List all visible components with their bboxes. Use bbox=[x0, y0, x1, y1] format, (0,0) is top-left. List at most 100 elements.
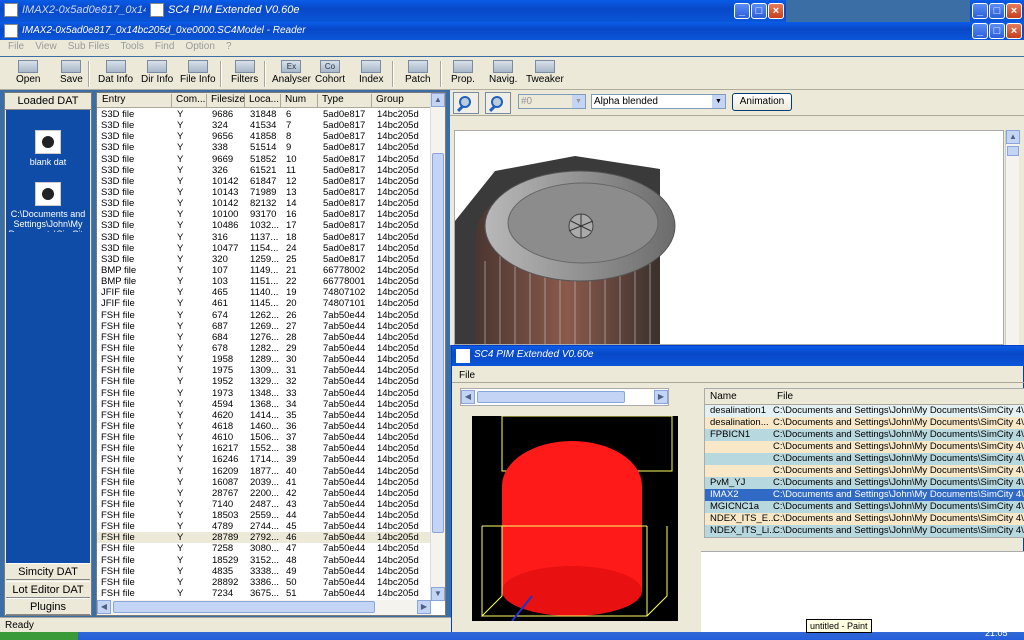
pim-menu-file[interactable]: File bbox=[459, 370, 475, 381]
table-row[interactable]: FSH file Y 28892 3386... 50 7ab50e44 14bc205d bbox=[97, 577, 431, 588]
column-compressed[interactable]: Com... bbox=[173, 94, 207, 107]
maximize-button[interactable]: □ bbox=[751, 3, 767, 19]
animation-button[interactable]: Animation bbox=[732, 93, 792, 111]
table-row[interactable]: FSH file Y 4835 3338... 49 7ab50e44 14bc205d bbox=[97, 566, 431, 577]
list-item[interactable]: PvM_YJ C:\Documents and Settings\John\My … bbox=[705, 477, 1024, 489]
dat-item-simcity[interactable]: C:\Documents and Settings\John\My Docume… bbox=[6, 182, 90, 232]
table-row[interactable]: S3D file Y 9656 41858 8 5ad0e817 14bc205d bbox=[97, 131, 431, 142]
table-row[interactable]: BMP file Y 107 1149... 21 66778002 14bc205d bbox=[97, 265, 431, 276]
table-row[interactable]: S3D file Y 324 41534 7 5ad0e817 14bc205d bbox=[97, 120, 431, 131]
table-row[interactable]: BMP file Y 103 1151... 22 66778001 14bc205d bbox=[97, 276, 431, 287]
scroll-left-arrow[interactable]: ◀ bbox=[461, 390, 475, 404]
list-item[interactable]: desalination... C:\Documents and Settings… bbox=[705, 417, 1024, 429]
table-row[interactable]: FSH file Y 7258 3080... 47 7ab50e44 14bc205d bbox=[97, 543, 431, 554]
table-row[interactable]: FSH file Y 1975 1309... 31 7ab50e44 14bc205d bbox=[97, 365, 431, 376]
minimize-button[interactable]: _ bbox=[972, 23, 988, 39]
table-row[interactable]: FSH file Y 678 1282... 29 7ab50e44 14bc205d bbox=[97, 343, 431, 354]
table-row[interactable]: S3D file Y 10142 82132 14 5ad0e817 14bc205d bbox=[97, 198, 431, 209]
plugins-button[interactable]: Plugins bbox=[6, 598, 90, 615]
scroll-right-arrow[interactable]: ▶ bbox=[417, 600, 431, 614]
vertical-scrollbar[interactable]: ▲ ▼ bbox=[430, 93, 445, 601]
table-row[interactable]: FSH file Y 1958 1289... 30 7ab50e44 14bc205d bbox=[97, 354, 431, 365]
model-id-select[interactable]: #0 ▼ bbox=[518, 94, 586, 109]
table-row[interactable]: JFIF file Y 465 1140... 19 74807102 14bc205d bbox=[97, 287, 431, 298]
slider-thumb[interactable] bbox=[477, 391, 625, 403]
column-filesize[interactable]: Filesize bbox=[208, 94, 245, 107]
pim-slider[interactable]: ◀ ▶ bbox=[460, 388, 669, 406]
close-button[interactable]: × bbox=[1006, 23, 1022, 39]
lot-preview-view[interactable] bbox=[472, 416, 678, 621]
table-row[interactable]: FSH file Y 4594 1368... 34 7ab50e44 14bc205d bbox=[97, 399, 431, 410]
table-row[interactable]: FSH file Y 4620 1414... 35 7ab50e44 14bc205d bbox=[97, 410, 431, 421]
scroll-right-arrow[interactable]: ▶ bbox=[654, 390, 668, 404]
analyser-button[interactable]: Ex Analyser bbox=[272, 60, 311, 85]
table-row[interactable]: JFIF file Y 461 1145... 20 74807101 14bc205d bbox=[97, 298, 431, 309]
table-row[interactable]: FSH file Y 674 1262... 26 7ab50e44 14bc205d bbox=[97, 310, 431, 321]
lot-editor-dat-button[interactable]: Lot Editor DAT bbox=[6, 581, 90, 598]
list-item[interactable]: C:\Documents and Settings\John\My Docume… bbox=[705, 441, 1024, 453]
table-row[interactable]: S3D file Y 9669 51852 10 5ad0e817 14bc205d bbox=[97, 154, 431, 165]
patch-button[interactable]: Patch bbox=[405, 60, 431, 85]
dir-info-button[interactable]: Dir Info bbox=[141, 60, 173, 85]
navig-button[interactable]: Navig. bbox=[489, 60, 517, 85]
minimize-button[interactable]: _ bbox=[972, 3, 988, 19]
table-row[interactable]: FSH file Y 18529 3152... 48 7ab50e44 14bc205d bbox=[97, 555, 431, 566]
table-row[interactable]: S3D file Y 10486 1032... 17 5ad0e817 14bc205d bbox=[97, 220, 431, 231]
maximize-button[interactable]: □ bbox=[989, 23, 1005, 39]
column-entry[interactable]: Entry bbox=[99, 94, 172, 107]
table-row[interactable]: FSH file Y 28789 2792... 46 7ab50e44 14bc205d bbox=[97, 532, 431, 544]
table-row[interactable]: S3D file Y 10100 93170 16 5ad0e817 14bc205d bbox=[97, 209, 431, 220]
list-item[interactable]: IMAX2 C:\Documents and Settings\John\My D… bbox=[705, 489, 1024, 501]
table-row[interactable]: FSH file Y 4610 1506... 37 7ab50e44 14bc205d bbox=[97, 432, 431, 443]
table-row[interactable]: FSH file Y 1952 1329... 32 7ab50e44 14bc205d bbox=[97, 376, 431, 387]
menu-file[interactable]: File bbox=[8, 41, 24, 52]
table-row[interactable]: S3D file Y 10142 61847 12 5ad0e817 14bc205d bbox=[97, 176, 431, 187]
building-render-view[interactable] bbox=[454, 130, 1004, 345]
pim-titlebar[interactable]: SC4 PIM Extended V0.60e bbox=[452, 346, 1024, 366]
table-row[interactable]: S3D file Y 10143 71989 13 5ad0e817 14bc205d bbox=[97, 187, 431, 198]
render-mode-select[interactable]: Alpha blended ▼ bbox=[591, 94, 726, 109]
dat-info-button[interactable]: Dat Info bbox=[98, 60, 133, 85]
pim-window-titlebar[interactable]: SC4 PIM Extended V0.60e _ □ × bbox=[146, 0, 786, 22]
zoom-in-button[interactable] bbox=[453, 92, 479, 114]
table-row[interactable]: S3D file Y 9686 31848 6 5ad0e817 14bc205d bbox=[97, 109, 431, 120]
background-window-titlebar[interactable]: IMAX2-0x5ad0e817_0x14bc20... bbox=[0, 0, 182, 22]
index-button[interactable]: Index bbox=[359, 60, 383, 85]
list-item[interactable]: NDEX_ITS_E... C:\Documents and Settings\J… bbox=[705, 513, 1024, 525]
file-info-button[interactable]: File Info bbox=[180, 60, 216, 85]
prop-button[interactable]: Prop. bbox=[451, 60, 475, 85]
list-item[interactable]: MGICNC1a C:\Documents and Settings\John\M… bbox=[705, 501, 1024, 513]
list-item[interactable]: C:\Documents and Settings\John\My Docume… bbox=[705, 465, 1024, 477]
horizontal-scrollbar[interactable]: ◀ ▶ bbox=[97, 600, 431, 615]
column-location[interactable]: Loca... bbox=[246, 94, 281, 107]
loaded-dat-header[interactable]: Loaded DAT bbox=[5, 93, 91, 110]
table-row[interactable]: FSH file Y 7234 3675... 51 7ab50e44 14bc205d bbox=[97, 588, 431, 599]
scroll-left-arrow[interactable]: ◀ bbox=[97, 600, 111, 614]
list-item[interactable]: C:\Documents and Settings\John\My Docume… bbox=[705, 453, 1024, 465]
menu-option[interactable]: Option bbox=[185, 41, 214, 52]
list-item[interactable]: NDEX_ITS_Li... C:\Documents and Settings\… bbox=[705, 525, 1024, 537]
reader-window-titlebar[interactable]: IMAX2-0x5ad0e817_0x14bc205d_0xe0000.SC4M… bbox=[0, 22, 1024, 40]
table-row[interactable]: FSH file Y 16217 1552... 38 7ab50e44 14bc205d bbox=[97, 443, 431, 454]
close-button[interactable]: × bbox=[1006, 3, 1022, 19]
menu-sub-files[interactable]: Sub Files bbox=[68, 41, 110, 52]
table-row[interactable]: FSH file Y 7140 2487... 43 7ab50e44 14bc205d bbox=[97, 499, 431, 510]
table-row[interactable]: FSH file Y 4618 1460... 36 7ab50e44 14bc205d bbox=[97, 421, 431, 432]
table-row[interactable]: FSH file Y 18503 2559... 44 7ab50e44 14bc205d bbox=[97, 510, 431, 521]
zoom-out-button[interactable] bbox=[485, 92, 511, 114]
table-row[interactable]: FSH file Y 16246 1714... 39 7ab50e44 14bc205d bbox=[97, 454, 431, 465]
maximize-button[interactable]: □ bbox=[989, 3, 1005, 19]
tweaker-button[interactable]: Tweaker bbox=[526, 60, 564, 85]
list-item[interactable]: desalination1 C:\Documents and Settings\J… bbox=[705, 405, 1024, 417]
table-row[interactable]: FSH file Y 16209 1877... 40 7ab50e44 14bc205d bbox=[97, 466, 431, 477]
table-row[interactable]: S3D file Y 338 51514 9 5ad0e817 14bc205d bbox=[97, 142, 431, 153]
h-scroll-thumb[interactable] bbox=[113, 601, 375, 613]
table-row[interactable]: FSH file Y 684 1276... 28 7ab50e44 14bc205d bbox=[97, 332, 431, 343]
table-row[interactable]: FSH file Y 16087 2039... 41 7ab50e44 14bc205d bbox=[97, 477, 431, 488]
scroll-thumb[interactable] bbox=[1007, 146, 1019, 156]
column-group[interactable]: Group bbox=[373, 94, 431, 107]
table-row[interactable]: FSH file Y 28767 2200... 42 7ab50e44 14bc205d bbox=[97, 488, 431, 499]
cohort-button[interactable]: Co Cohort bbox=[315, 60, 345, 85]
list-item[interactable]: FPBICN1 C:\Documents and Settings\John\My… bbox=[705, 429, 1024, 441]
menu-view[interactable]: View bbox=[35, 41, 57, 52]
